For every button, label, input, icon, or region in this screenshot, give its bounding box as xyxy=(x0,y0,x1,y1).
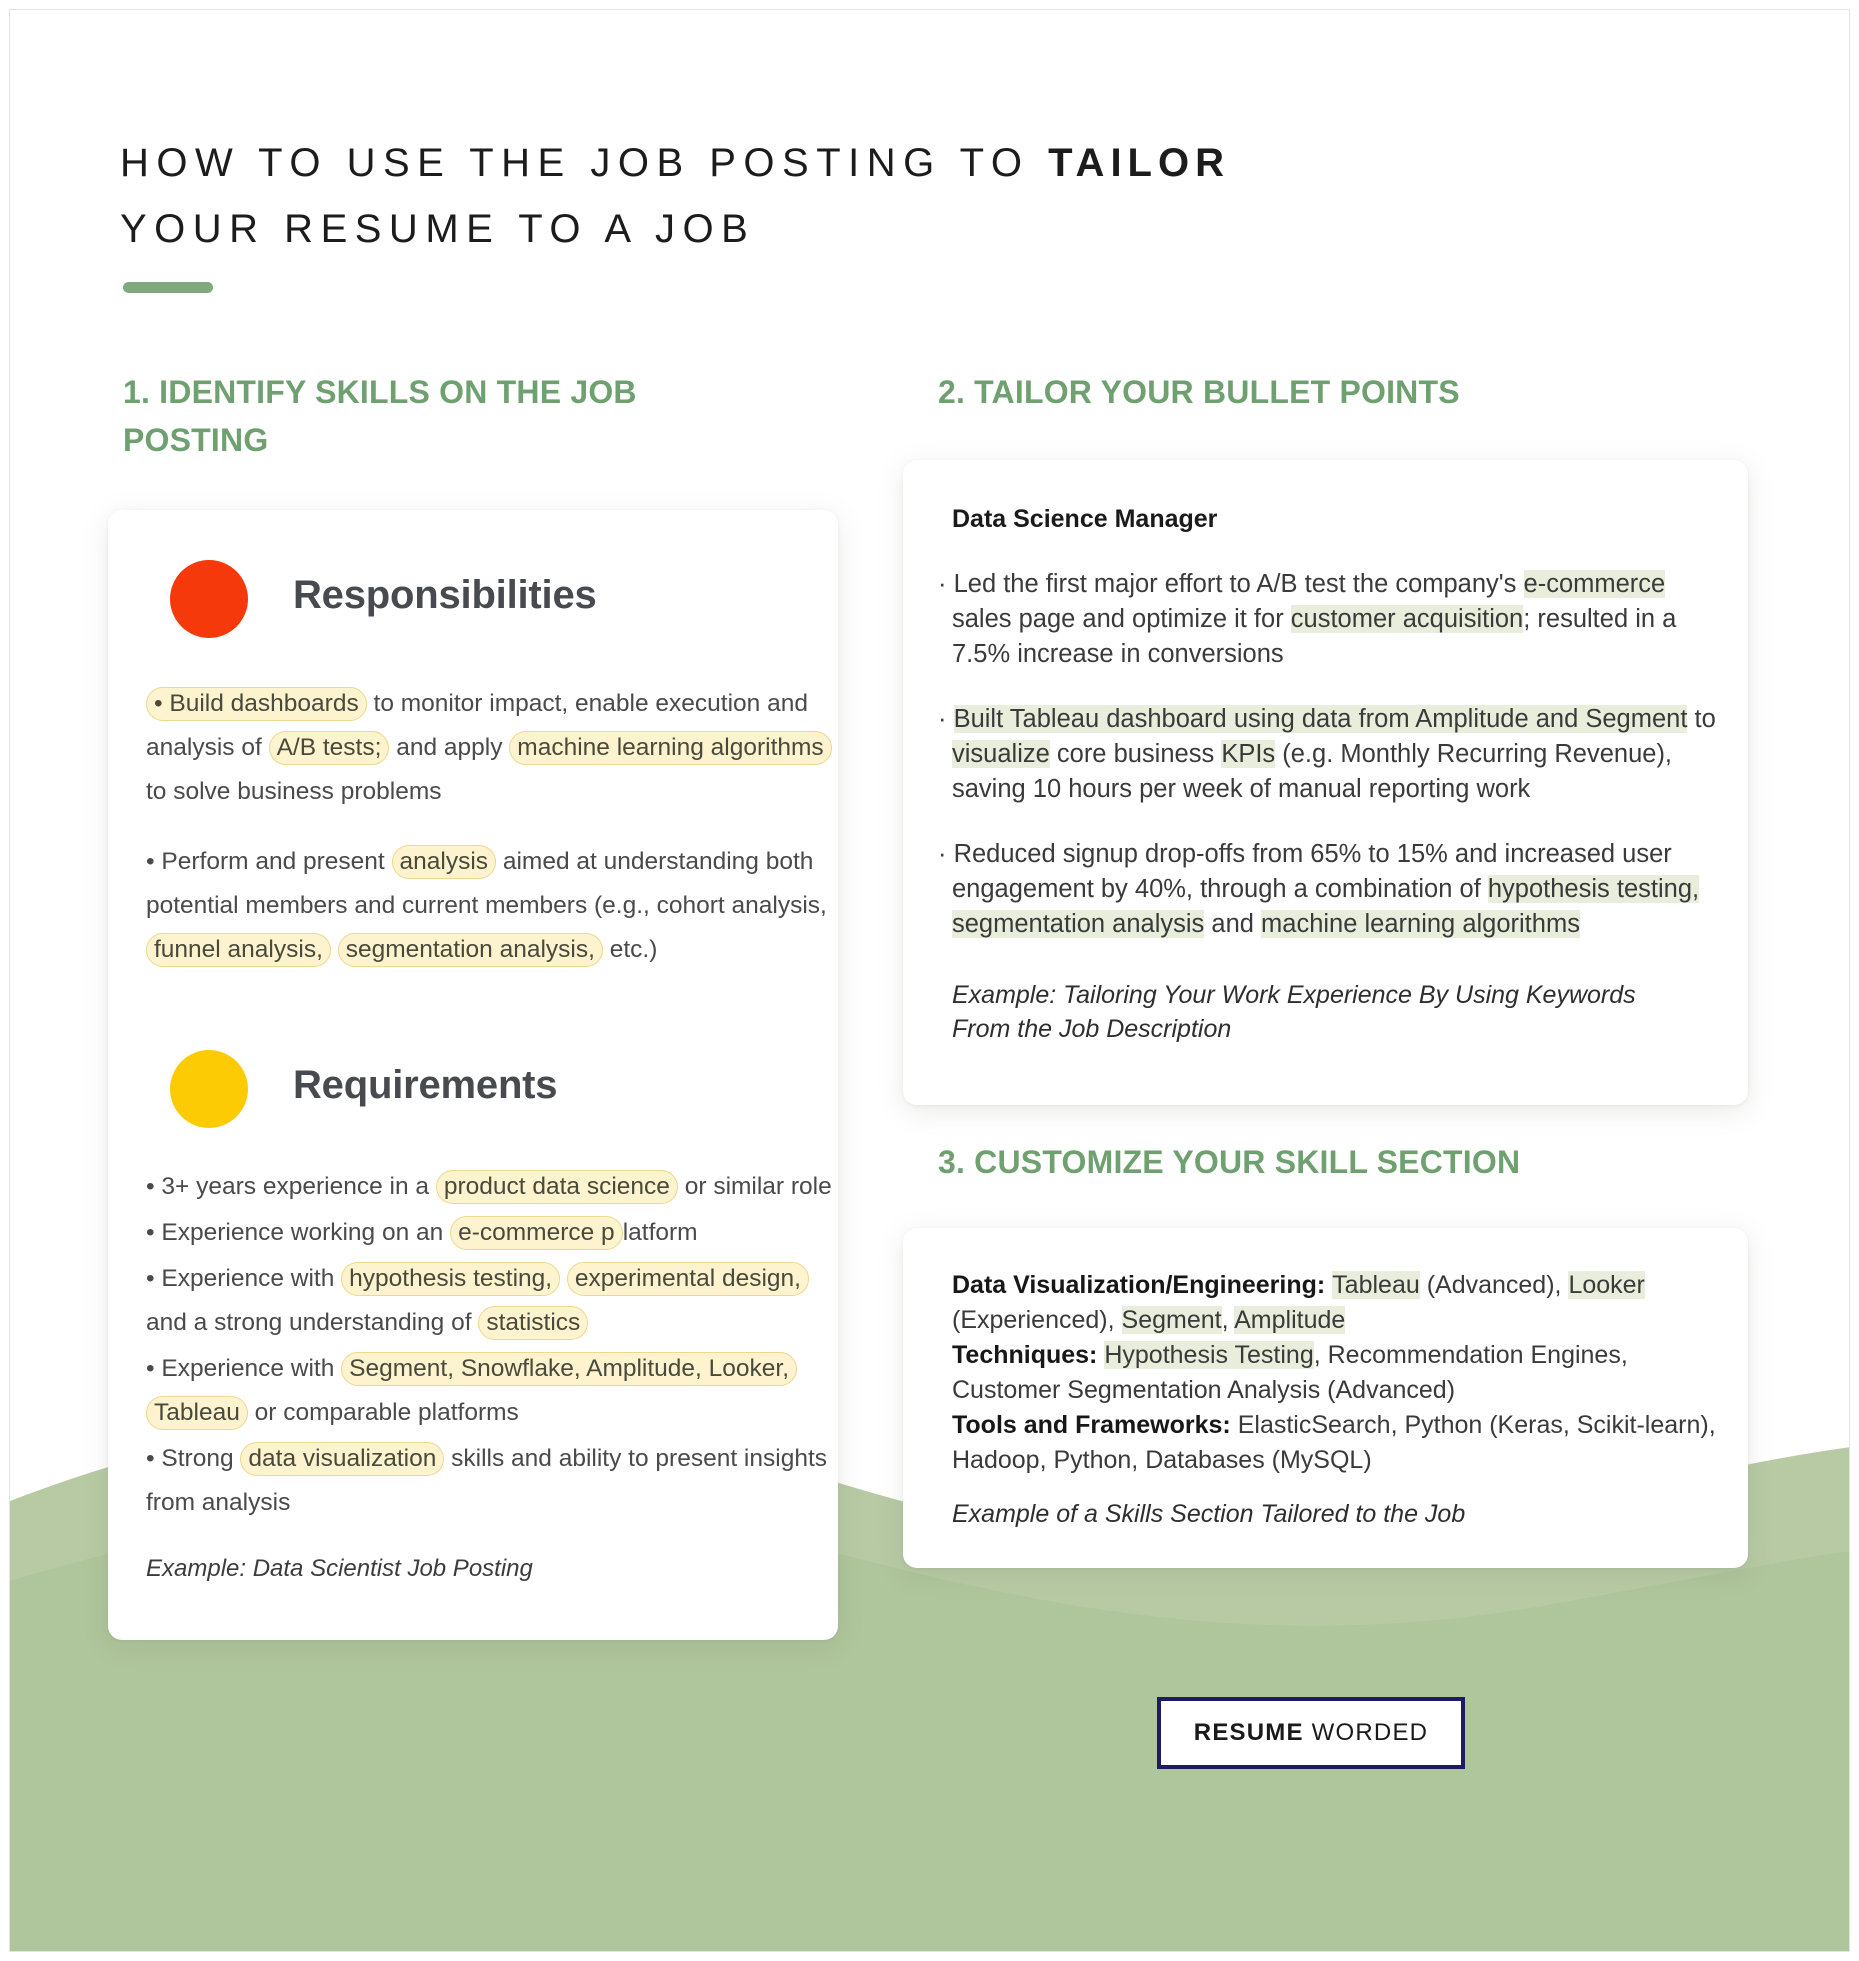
text-run: to xyxy=(1687,705,1716,733)
keyword-highlight-yellow: Segment, Snowflake, Amplitude, Looker, xyxy=(341,1352,798,1386)
text-run: (Advanced), xyxy=(1419,1271,1569,1299)
bullet-item: • Build dashboards to monitor impact, en… xyxy=(146,682,836,814)
keyword-highlight-yellow: data visualization xyxy=(240,1442,445,1476)
text-run: or similar role xyxy=(677,1173,832,1200)
requirements-bullet-list: • 3+ years experience in a product data … xyxy=(146,1165,836,1527)
keyword-highlight-green: Amplitude xyxy=(1234,1306,1346,1334)
text-run: and apply xyxy=(389,734,510,761)
keyword-highlight-green: Hypothesis Testing xyxy=(1104,1341,1314,1369)
bullet-item: • Strong data visualization skills and a… xyxy=(146,1437,836,1525)
text-run: · Led the first major effort to A/B test… xyxy=(938,570,1524,598)
keyword-highlight-yellow: hypothesis testing, xyxy=(341,1262,561,1296)
keyword-highlight-green: hypothesis testing, xyxy=(1487,875,1700,903)
keyword-highlight-yellow: statistics xyxy=(478,1306,589,1340)
page-title-line2: YOUR RESUME TO A JOB xyxy=(120,207,756,251)
requirements-label: Requirements xyxy=(293,1063,558,1107)
text-run: · xyxy=(938,705,954,733)
responsibilities-label: Responsibilities xyxy=(293,573,597,617)
logo-text-worded: WORDED xyxy=(1311,1719,1429,1746)
page-title-emphasis: TAILOR xyxy=(1048,141,1230,185)
section-heading-identify-skills: 1. IDENTIFY SKILLS ON THE JOB POSTING xyxy=(123,374,637,458)
skill-row: Techniques: Hypothesis Testing, Recommen… xyxy=(952,1338,1742,1408)
page-frame: HOW TO USE THE JOB POSTING TO TAILOR YOU… xyxy=(9,9,1850,1952)
skill-category-label: Tools and Frameworks: xyxy=(952,1411,1238,1439)
keyword-highlight-green: Tableau xyxy=(1332,1271,1420,1299)
keyword-highlight-green: machine learning algorithms xyxy=(1261,910,1580,938)
keyword-highlight-yellow: • Build dashboards xyxy=(146,687,367,721)
bullet-item: · Led the first major effort to A/B test… xyxy=(938,567,1728,672)
tailored-bullet-list: · Led the first major effort to A/B test… xyxy=(938,567,1728,972)
text-run: • Experience working on an xyxy=(146,1219,451,1246)
page-content: HOW TO USE THE JOB POSTING TO TAILOR YOU… xyxy=(10,10,1849,1951)
keyword-highlight-yellow: funnel analysis, xyxy=(146,933,331,967)
text-run: or comparable platforms xyxy=(247,1399,519,1426)
page-title-line1-prefix: HOW TO USE THE JOB POSTING TO xyxy=(120,141,1049,185)
text-run xyxy=(331,936,338,963)
text-run: • Perform and present xyxy=(146,848,392,875)
logo-text-resume: RESUME xyxy=(1193,1719,1304,1746)
resume-job-title: Data Science Manager xyxy=(952,505,1218,533)
resume-worded-logo: RESUME WORDED xyxy=(1157,1697,1465,1769)
responsibilities-bullet-list: • Build dashboards to monitor impact, en… xyxy=(146,682,836,998)
keyword-highlight-yellow: e-commerce p xyxy=(450,1216,623,1250)
keyword-highlight-yellow: analysis xyxy=(391,845,497,879)
bullet-item: • Experience with hypothesis testing, ex… xyxy=(146,1257,836,1345)
section-heading-tailor-bullets: 2. TAILOR YOUR BULLET POINTS xyxy=(938,374,1460,410)
keyword-highlight-green: visualize xyxy=(952,740,1050,768)
skills-example-note: Example of a Skills Section Tailored to … xyxy=(952,1500,1466,1528)
keyword-highlight-green: Built Tableau dashboard using data from … xyxy=(953,705,1688,733)
text-run: sales page and optimize it for xyxy=(952,605,1291,633)
job-posting-example-note: Example: Data Scientist Job Posting xyxy=(146,1555,533,1582)
keyword-highlight-yellow: Tableau xyxy=(146,1396,248,1430)
accent-dash-divider xyxy=(123,282,213,293)
text-run: • Experience with xyxy=(146,1265,342,1292)
skill-category-label: Data Visualization/Engineering: xyxy=(952,1271,1333,1299)
text-run: and a strong understanding of xyxy=(146,1309,479,1336)
page-title: HOW TO USE THE JOB POSTING TO TAILOR YOU… xyxy=(120,130,1320,262)
keyword-highlight-yellow: A/B tests; xyxy=(268,731,390,765)
text-run: latform xyxy=(622,1219,698,1246)
yellow-circle-icon xyxy=(170,1050,248,1128)
text-run: • Strong xyxy=(146,1445,241,1472)
text-run: (Experienced), xyxy=(952,1306,1122,1334)
text-run: and xyxy=(1204,910,1262,938)
keyword-highlight-yellow: experimental design, xyxy=(566,1262,809,1296)
bullet-item: • Experience working on an e-commerce pl… xyxy=(146,1211,836,1255)
keyword-highlight-yellow: product data science xyxy=(435,1170,678,1204)
keyword-highlight-green: Looker xyxy=(1568,1271,1645,1299)
keyword-highlight-yellow: segmentation analysis, xyxy=(337,933,603,967)
infographic-page: HOW TO USE THE JOB POSTING TO TAILOR YOU… xyxy=(0,0,1859,1961)
bullet-item: • Experience with Segment, Snowflake, Am… xyxy=(146,1347,836,1435)
text-run: to solve business problems xyxy=(146,778,442,805)
skills-row-list: Data Visualization/Engineering: Tableau … xyxy=(952,1268,1742,1478)
keyword-highlight-green: customer acquisition xyxy=(1290,605,1524,633)
keyword-highlight-green: e-commerce xyxy=(1523,570,1666,598)
section-heading-customize-skills: 3. CUSTOMIZE YOUR SKILL SECTION xyxy=(938,1144,1521,1180)
bullet-item: • 3+ years experience in a product data … xyxy=(146,1165,836,1209)
text-run: , xyxy=(1221,1306,1235,1334)
keyword-highlight-green: segmentation analysis xyxy=(952,910,1205,938)
text-run: core business xyxy=(1049,740,1222,768)
keyword-highlight-green: KPIs xyxy=(1221,740,1276,768)
red-circle-icon xyxy=(170,560,248,638)
skill-category-label: Techniques: xyxy=(952,1341,1105,1369)
keyword-highlight-yellow: machine learning algorithms xyxy=(509,731,832,765)
text-run: etc.) xyxy=(602,936,658,963)
skill-row: Data Visualization/Engineering: Tableau … xyxy=(952,1268,1742,1338)
skill-row: Tools and Frameworks: ElasticSearch, Pyt… xyxy=(952,1408,1742,1478)
text-run xyxy=(560,1265,567,1292)
bullet-item: · Built Tableau dashboard using data fro… xyxy=(938,702,1728,807)
bullet-item: · Reduced signup drop-offs from 65% to 1… xyxy=(938,837,1728,942)
tailored-bullets-example-note: Example: Tailoring Your Work Experience … xyxy=(952,981,1636,1043)
text-run: • Experience with xyxy=(146,1355,342,1382)
text-run: • 3+ years experience in a xyxy=(146,1173,436,1200)
bullet-item: • Perform and present analysis aimed at … xyxy=(146,840,836,972)
keyword-highlight-green: Segment xyxy=(1121,1306,1222,1334)
